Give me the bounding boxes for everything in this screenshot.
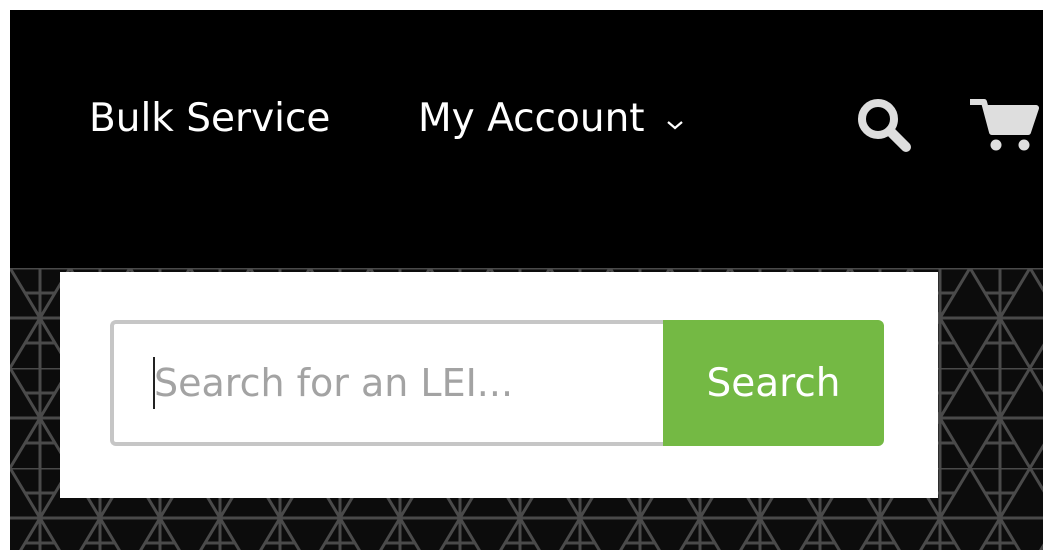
search-button[interactable]: Search	[663, 320, 884, 446]
text-cursor	[153, 357, 155, 409]
cart-icon[interactable]	[968, 92, 1043, 156]
nav-bulk-service[interactable]: Bulk Service	[89, 94, 330, 144]
lei-search-input[interactable]	[110, 320, 665, 446]
nav-my-account[interactable]: My Account	[418, 94, 645, 144]
lei-search-card: Search	[60, 272, 938, 498]
chevron-down-icon[interactable]	[665, 118, 685, 132]
page-frame: Bulk Service My Account Search	[10, 10, 1043, 550]
search-icon[interactable]	[852, 91, 916, 155]
top-navigation: Bulk Service My Account	[10, 10, 1043, 230]
